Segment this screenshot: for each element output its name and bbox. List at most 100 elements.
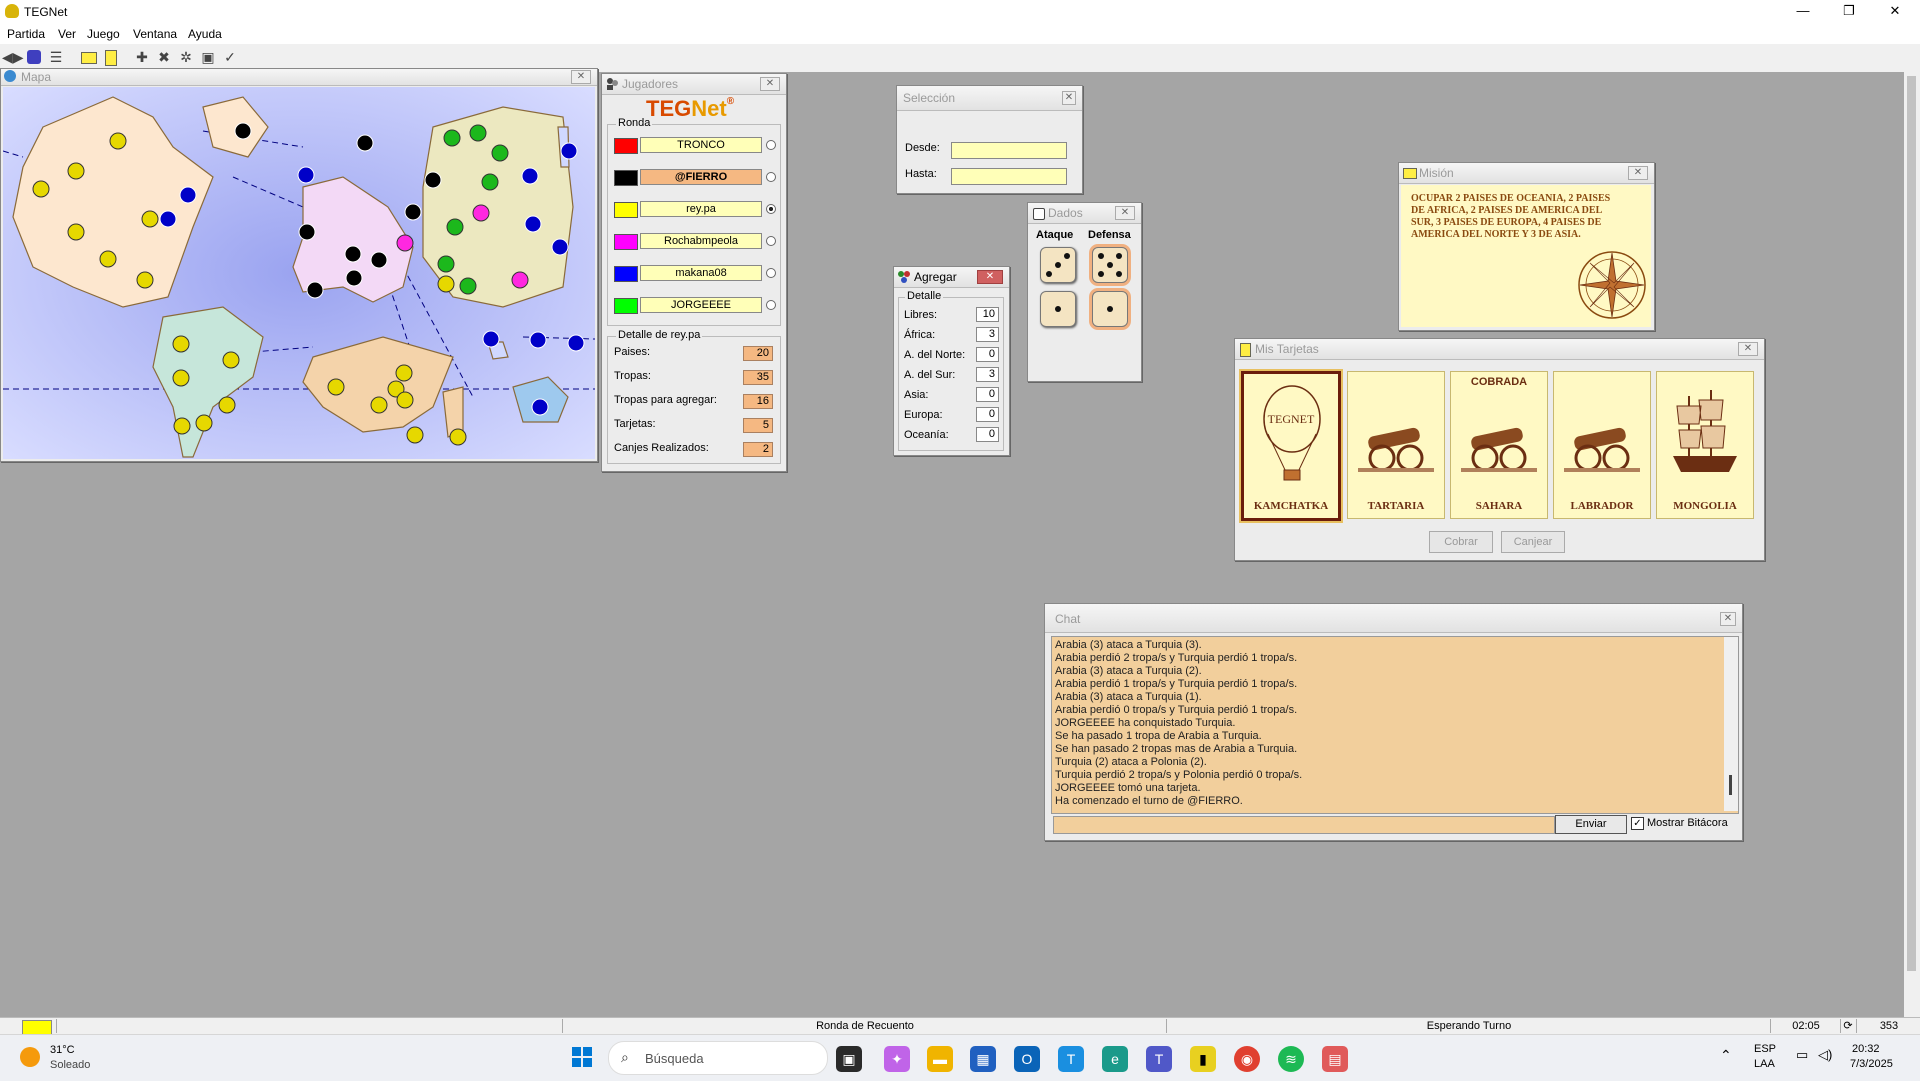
agregar-close-button[interactable]: ✕	[977, 270, 1003, 284]
clock-date[interactable]: 7/3/2025	[1850, 1058, 1893, 1070]
start-button[interactable]	[572, 1047, 592, 1067]
menu-ventana[interactable]: Ventana	[133, 27, 177, 41]
vertical-scrollbar[interactable]	[1904, 72, 1920, 1017]
chat-close-button[interactable]: ✕	[1720, 612, 1736, 626]
card-take-icon[interactable]: ▣	[198, 47, 218, 67]
spotify-icon[interactable]: ≋	[1278, 1046, 1304, 1072]
weather-temp[interactable]: 31°C	[50, 1044, 75, 1056]
tarjetas-close-button[interactable]: ✕	[1738, 342, 1758, 356]
card-sahara[interactable]: COBRADA SAHARA	[1450, 371, 1548, 519]
tegnet-taskbar-icon[interactable]: ▮	[1190, 1046, 1216, 1072]
tray-chevron-icon[interactable]: ⌃	[1720, 1047, 1732, 1064]
scrollbar-thumb[interactable]	[1907, 76, 1916, 971]
mission-icon[interactable]	[78, 47, 98, 67]
player-radio[interactable]	[766, 140, 776, 150]
card-name: SAHARA	[1475, 500, 1523, 512]
store-icon[interactable]: ▦	[970, 1046, 996, 1072]
player-row[interactable]: JORGEEEE	[614, 296, 776, 314]
cobrar-button[interactable]: Cobrar	[1429, 531, 1493, 553]
file-explorer-icon[interactable]: ▬	[927, 1046, 953, 1072]
todo-icon[interactable]: T	[1058, 1046, 1084, 1072]
mision-window: Misión ✕ OCUPAR 2 PAISES DE OCEANIA, 2 P…	[1398, 162, 1655, 331]
chat-input[interactable]	[1053, 816, 1555, 834]
chrome-icon[interactable]: ◉	[1234, 1046, 1260, 1072]
edge-icon[interactable]: e	[1102, 1046, 1128, 1072]
end-turn-icon[interactable]: ✓	[220, 47, 240, 67]
enviar-button[interactable]: Enviar	[1555, 815, 1627, 834]
network-icon[interactable]: ▭	[1796, 1047, 1808, 1063]
regroup-icon[interactable]: ✲	[176, 47, 196, 67]
card-mongolia[interactable]: MONGOLIA	[1656, 371, 1754, 519]
dice-caption-icon	[1031, 206, 1045, 220]
chat-window: Chat ✕ Arabia (3) ataca a Turquia (3). A…	[1044, 603, 1743, 841]
language-indicator[interactable]: ESP	[1754, 1043, 1776, 1055]
volume-icon[interactable]: ◁)	[1818, 1047, 1832, 1063]
task-view-icon[interactable]: ▣	[836, 1046, 862, 1072]
mision-panel: OCUPAR 2 PAISES DE OCEANIA, 2 PAISES DE …	[1401, 185, 1651, 327]
mapa-close-button[interactable]: ✕	[571, 70, 591, 84]
card-name: KAMCHATKA	[1253, 500, 1329, 512]
chat-line: Arabia perdió 1 tropa/s y Turquia perdió…	[1055, 678, 1298, 690]
agregar-anorte-label: A. del Norte:	[904, 349, 966, 361]
menu-ver[interactable]: Ver	[58, 27, 76, 41]
globe-icon	[4, 70, 16, 82]
mostrar-bitacora-checkbox[interactable]: ✓	[1631, 817, 1644, 830]
teams-icon[interactable]: T	[1146, 1046, 1172, 1072]
weather-desc[interactable]: Soleado	[50, 1059, 90, 1071]
players-icon	[605, 77, 619, 91]
card-tartaria[interactable]: TARTARIA	[1347, 371, 1445, 519]
player-radio[interactable]	[766, 172, 776, 182]
status-time: 02:05	[1770, 1019, 1841, 1033]
clock-time[interactable]: 20:32	[1852, 1043, 1880, 1055]
chat-scrollbar[interactable]	[1724, 637, 1738, 811]
world-map[interactable]	[3, 87, 595, 459]
detalle-paises-value: 20	[743, 346, 773, 361]
copilot-icon[interactable]: ✦	[884, 1046, 910, 1072]
canjear-button[interactable]: Canjear	[1501, 531, 1565, 553]
card-kamchatka[interactable]: TEGNET KAMCHATKA	[1241, 371, 1341, 521]
jugadores-close-button[interactable]: ✕	[760, 77, 780, 91]
player-color-swatch	[614, 298, 638, 314]
hasta-field[interactable]	[951, 168, 1067, 185]
player-radio[interactable]	[766, 300, 776, 310]
status-bar: Ronda de Recuento Esperando Turno 02:05 …	[0, 1017, 1920, 1035]
player-radio[interactable]	[766, 268, 776, 278]
card-labrador[interactable]: LABRADOR	[1553, 371, 1651, 519]
calculator-icon[interactable]: ▤	[1322, 1046, 1348, 1072]
compass-rose-icon	[1578, 251, 1646, 319]
add-icon[interactable]: ✚	[132, 47, 152, 67]
close-button[interactable]: ✕	[1872, 0, 1918, 22]
chat-line: Turquia perdió 2 tropa/s y Polonia perdi…	[1055, 769, 1303, 781]
agregar-window: Agregar ✕ Detalle Libres: 10 África: 3 A…	[893, 266, 1010, 456]
menu-partida[interactable]: Partida	[7, 27, 45, 41]
search-placeholder: Búsqueda	[645, 1051, 704, 1066]
attack-icon[interactable]: ✖	[154, 47, 174, 67]
agregar-libres-label: Libres:	[904, 309, 938, 321]
seleccion-close-button[interactable]: ✕	[1062, 91, 1076, 105]
player-row[interactable]: makana08	[614, 264, 776, 282]
mision-close-button[interactable]: ✕	[1628, 166, 1648, 180]
player-radio[interactable]	[766, 236, 776, 246]
player-row[interactable]: rey.pa	[614, 200, 776, 218]
outlook-icon[interactable]: O	[1014, 1046, 1040, 1072]
connect-icon[interactable]: ◀▶	[2, 47, 24, 67]
player-row[interactable]: TRONCO	[614, 136, 776, 154]
search-box[interactable]: ⌕ Búsqueda	[608, 1041, 828, 1075]
attack-die	[1040, 291, 1076, 327]
dados-close-button[interactable]: ✕	[1115, 206, 1135, 220]
player-row[interactable]: Rochabmpeola	[614, 232, 776, 250]
weather-sun-icon[interactable]	[20, 1047, 40, 1067]
player-radio-selected[interactable]	[766, 204, 776, 214]
dice-icon[interactable]	[24, 47, 44, 67]
player-row[interactable]: @FIERRO	[614, 168, 776, 186]
desde-field[interactable]	[951, 142, 1067, 159]
minimize-button[interactable]: —	[1780, 0, 1826, 22]
language-variant[interactable]: LAA	[1754, 1058, 1775, 1070]
cards-icon[interactable]	[100, 47, 120, 67]
chat-log[interactable]: Arabia (3) ataca a Turquia (3). Arabia p…	[1051, 636, 1739, 814]
logo-net: Net	[691, 96, 727, 121]
menu-juego[interactable]: Juego	[87, 27, 120, 41]
menu-ayuda[interactable]: Ayuda	[188, 27, 222, 41]
list-icon[interactable]: ☰	[46, 47, 66, 67]
maximize-button[interactable]: ❐	[1826, 0, 1872, 22]
